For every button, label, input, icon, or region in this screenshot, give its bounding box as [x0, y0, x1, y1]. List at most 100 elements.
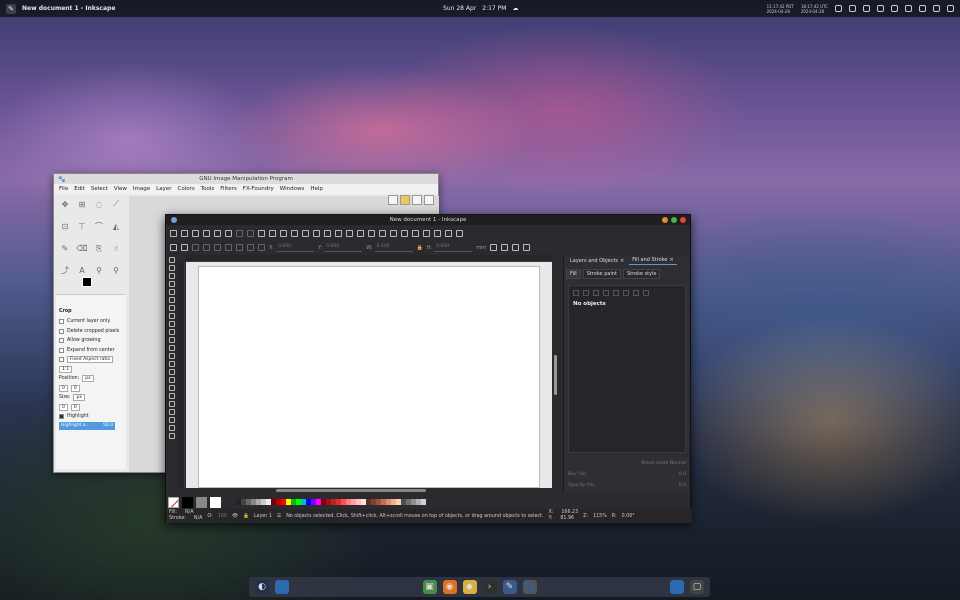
- measure-tool-icon[interactable]: [169, 417, 175, 423]
- rotate-cw-icon[interactable]: [214, 244, 221, 251]
- paint-bucket-tool-icon[interactable]: [169, 377, 175, 383]
- calligraphy-tool-icon[interactable]: [169, 337, 175, 343]
- horizontal-ruler[interactable]: [186, 255, 552, 262]
- linear-gradient-icon[interactable]: [593, 290, 599, 296]
- settings-icon[interactable]: [891, 5, 898, 12]
- lock-icon[interactable]: 🔒: [417, 245, 423, 251]
- select-all-icon[interactable]: [170, 244, 177, 251]
- checkbox[interactable]: [59, 347, 64, 353]
- workspace-icon[interactable]: [670, 580, 684, 594]
- xml-editor-icon[interactable]: [412, 229, 419, 237]
- eraser-tool-icon[interactable]: ⌫: [76, 243, 88, 255]
- notifications-icon[interactable]: [933, 5, 940, 12]
- unlink-clone-icon[interactable]: [346, 229, 353, 237]
- palette-swatch[interactable]: [421, 499, 426, 505]
- tab-fill-stroke[interactable]: Fill and Stroke ×: [629, 256, 677, 265]
- mesh-gradient-icon[interactable]: [613, 290, 619, 296]
- ungroup-icon[interactable]: [368, 229, 375, 237]
- minimize-button[interactable]: [662, 217, 668, 223]
- align-icon[interactable]: [423, 229, 430, 237]
- gimp-menu-view[interactable]: View: [114, 186, 127, 192]
- position-unit-select[interactable]: px: [82, 375, 94, 383]
- eraser-tool-icon[interactable]: [169, 369, 175, 375]
- paths-tool-icon[interactable]: ⤴: [59, 265, 71, 277]
- align-tool-icon[interactable]: ⊞: [76, 198, 88, 210]
- close-tab-icon[interactable]: ×: [620, 258, 624, 264]
- move-patterns-icon[interactable]: [522, 244, 530, 251]
- star-tool-icon[interactable]: [169, 305, 175, 311]
- scale-stroke-icon[interactable]: [489, 244, 497, 251]
- print-icon[interactable]: [203, 229, 210, 237]
- unified-transform-tool-icon[interactable]: ⊤: [76, 220, 88, 232]
- pattern-icon[interactable]: [623, 290, 629, 296]
- smudge-tool-icon[interactable]: ☝: [110, 243, 122, 255]
- checkbox[interactable]: [59, 328, 64, 334]
- gimp-menu-edit[interactable]: Edit: [74, 186, 85, 192]
- blend-mode-select[interactable]: Normal: [670, 461, 686, 466]
- zoom-tool-icon[interactable]: [169, 425, 175, 431]
- text-tool-icon[interactable]: [169, 345, 175, 351]
- width-input[interactable]: 0.000: [374, 244, 413, 252]
- zoom-page-icon[interactable]: [313, 229, 320, 237]
- gimp-titlebar[interactable]: 🐾 GNU Image Manipulation Program: [54, 174, 438, 184]
- pages-tool-icon[interactable]: [169, 433, 175, 439]
- vertical-scrollbar[interactable]: [554, 355, 557, 395]
- zoom-drawing-icon[interactable]: [302, 229, 309, 237]
- file-manager-icon[interactable]: ◆: [462, 580, 477, 594]
- gray-swatch[interactable]: [196, 496, 207, 508]
- option-expand-from-center[interactable]: Expand from center: [59, 346, 123, 356]
- checkbox[interactable]: [59, 357, 64, 363]
- move-tool-icon[interactable]: ✥: [59, 198, 71, 210]
- dropper-tool-icon[interactable]: [169, 401, 175, 407]
- y-input[interactable]: 0.000: [324, 244, 363, 252]
- export-icon[interactable]: [225, 229, 232, 237]
- visibility-icon[interactable]: 👁: [232, 514, 238, 519]
- duplicate-icon[interactable]: [324, 229, 331, 237]
- fixed-aspect-select[interactable]: Fixed Aspect ratio: [67, 356, 114, 364]
- gimp-menu-windows[interactable]: Windows: [280, 186, 305, 192]
- group-icon[interactable]: [357, 229, 364, 237]
- inkscape-app-icon[interactable]: ✎: [6, 3, 16, 14]
- bucket-fill-tool-icon[interactable]: ◭: [110, 220, 122, 232]
- gimp-menu-filters[interactable]: Filters: [220, 186, 237, 192]
- height-input[interactable]: 0.000: [434, 244, 473, 252]
- patterns-icon[interactable]: [400, 195, 410, 205]
- import-icon[interactable]: [214, 229, 221, 237]
- checkbox[interactable]: [59, 338, 64, 344]
- no-paint-icon[interactable]: [573, 290, 579, 296]
- brushes-icon[interactable]: [388, 195, 398, 205]
- redo-icon[interactable]: [247, 229, 254, 237]
- lower-icon[interactable]: [258, 244, 265, 251]
- warp-tool-icon[interactable]: ⌒: [93, 220, 105, 232]
- gimp-menu-tools[interactable]: Tools: [201, 186, 215, 192]
- horizontal-scrollbar[interactable]: [276, 489, 426, 492]
- document-properties-icon[interactable]: [445, 229, 452, 237]
- new-document-icon[interactable]: [170, 229, 177, 237]
- gimp-menu-select[interactable]: Select: [91, 186, 108, 192]
- layers-icon[interactable]: [401, 229, 408, 237]
- open-icon[interactable]: [181, 229, 188, 237]
- close-button[interactable]: [680, 217, 686, 223]
- fuzzy-select-tool-icon[interactable]: ⟋: [110, 198, 122, 210]
- preferences-icon[interactable]: [434, 229, 441, 237]
- cut-icon[interactable]: [269, 229, 276, 237]
- fill-stroke-icon[interactable]: [379, 229, 386, 237]
- gimp-menu-layer[interactable]: Layer: [156, 186, 171, 192]
- gimp-menu-fx-foundry[interactable]: FX-Foundry: [243, 186, 274, 192]
- checkbox[interactable]: [59, 319, 64, 325]
- clock[interactable]: Sun 28 Apr 2:17 PM ☁: [443, 5, 518, 12]
- ellipse-tool-icon[interactable]: [169, 297, 175, 303]
- white-swatch[interactable]: [210, 496, 221, 508]
- copy-icon[interactable]: [258, 229, 265, 237]
- color-picker-tool-icon[interactable]: ⚲: [93, 265, 105, 277]
- paintbrush-tool-icon[interactable]: ✎: [59, 243, 71, 255]
- no-color-swatch[interactable]: [168, 496, 179, 508]
- 3d-box-tool-icon[interactable]: [169, 289, 175, 295]
- size-h-field[interactable]: 0: [70, 403, 80, 411]
- option-fixed-aspect[interactable]: Fixed Aspect ratio: [59, 355, 123, 365]
- clone-icon[interactable]: [335, 229, 342, 237]
- zoom-input[interactable]: 115%: [593, 514, 607, 519]
- mesh-tool-icon[interactable]: [169, 393, 175, 399]
- subtab-stroke-paint[interactable]: Stroke paint: [582, 268, 621, 279]
- flat-color-icon[interactable]: [583, 290, 589, 296]
